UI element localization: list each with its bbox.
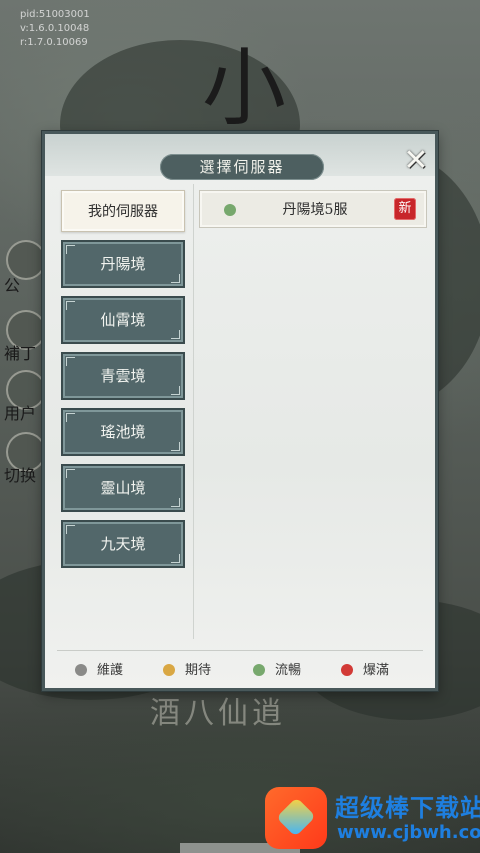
- legend-label: 維護: [97, 663, 124, 678]
- site-logo-icon: [265, 787, 327, 849]
- region-tab-xianxiao[interactable]: 仙霄境: [61, 296, 185, 344]
- column-divider: [193, 184, 194, 639]
- patch-label: 補丁: [4, 344, 37, 363]
- new-badge: 新: [394, 198, 416, 220]
- announcement-label: 公: [4, 276, 21, 295]
- status-dot-icon: [224, 204, 236, 216]
- legend-dot-icon: [75, 663, 87, 676]
- legend-label: 爆滿: [363, 663, 390, 678]
- legend-dot-icon: [163, 663, 175, 676]
- version-line: v:1.6.0.10048: [20, 23, 90, 34]
- legend-dot-icon: [253, 663, 265, 676]
- legend-label: 流暢: [275, 663, 302, 678]
- server-item[interactable]: 丹陽境5服 新: [199, 190, 427, 228]
- legend-dot-icon: [341, 663, 353, 676]
- switch-account-label: 切换: [4, 466, 37, 485]
- version-info: pid:51003001 v:1.6.0.10048 r:1.7.0.10069: [20, 8, 90, 50]
- legend-item-full: 爆滿: [341, 656, 389, 686]
- region-tab-lingshan[interactable]: 靈山境: [61, 464, 185, 512]
- region-tab-jiutian[interactable]: 九天境: [61, 520, 185, 568]
- region-tab-yaochi[interactable]: 瑤池境: [61, 408, 185, 456]
- close-icon[interactable]: ✕: [399, 144, 433, 178]
- watermark-url: www.cjbwh.com: [337, 822, 480, 843]
- server-name: 丹陽境5服: [282, 202, 348, 218]
- server-select-dialog: 選擇伺服器 ✕ 我的伺服器 丹陽境 仙霄境 青雲境 瑤池境 靈山境 九天境 丹陽…: [42, 131, 438, 691]
- legend-item-smooth: 流暢: [253, 656, 301, 686]
- legend-item-expected: 期待: [163, 656, 211, 686]
- status-legend: 維護 期待 流暢 爆滿: [45, 656, 435, 686]
- my-servers-tab[interactable]: 我的伺服器: [61, 190, 185, 232]
- legend-divider: [57, 650, 423, 651]
- region-tab-qingyun[interactable]: 青雲境: [61, 352, 185, 400]
- game-logo: 小: [201, 39, 286, 137]
- dialog-title: 選擇伺服器: [160, 154, 324, 180]
- version-line: r:1.7.0.10069: [20, 37, 88, 48]
- version-line: pid:51003001: [20, 9, 90, 20]
- region-list: 我的伺服器 丹陽境 仙霄境 青雲境 瑤池境 靈山境 九天境: [61, 190, 187, 576]
- region-tab-danyang[interactable]: 丹陽境: [61, 240, 185, 288]
- legend-label: 期待: [185, 663, 212, 678]
- watermark-title: 超级棒下载站: [335, 794, 480, 822]
- legend-item-maintenance: 維護: [75, 656, 123, 686]
- user-center-label: 用户: [4, 404, 37, 423]
- game-subtitle: 酒八仙逍: [150, 696, 286, 731]
